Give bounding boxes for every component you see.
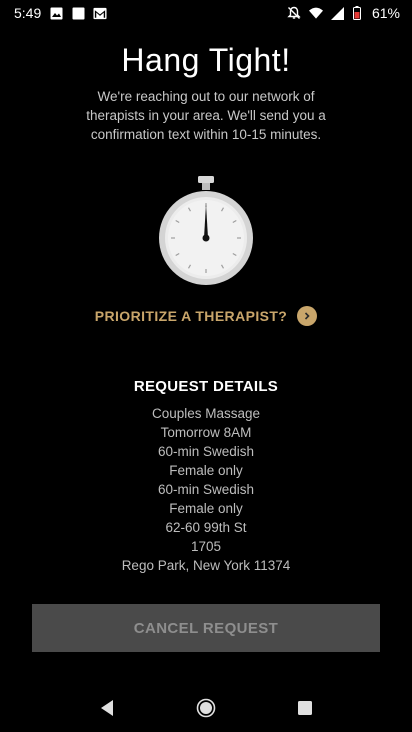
square-icon [71, 6, 85, 20]
recents-icon[interactable] [290, 693, 320, 723]
status-time: 5:49 [14, 5, 42, 21]
system-nav-bar [0, 684, 412, 732]
cancel-request-button[interactable]: CANCEL REQUEST [32, 604, 380, 652]
home-icon[interactable] [191, 693, 221, 723]
detail-address-street: 62-60 99th St [165, 520, 247, 535]
silent-icon [287, 6, 301, 20]
app-screen: 5:49 61% Hang Tight! We're reaching out … [0, 0, 412, 732]
detail-massage-2: 60-min Swedish [157, 482, 255, 497]
detail-massage-1: 60-min Swedish [157, 444, 255, 459]
status-right: 61% [287, 5, 400, 21]
detail-address-city: Rego Park, New York 11374 [121, 558, 291, 573]
gmail-icon [93, 6, 107, 20]
status-bar: 5:49 61% [0, 0, 412, 26]
status-left: 5:49 [14, 5, 107, 21]
detail-time: Tomorrow 8AM [160, 425, 252, 440]
detail-service: Couples Massage [151, 406, 261, 421]
request-details-title: REQUEST DETAILS [133, 378, 279, 395]
image-icon [49, 6, 63, 20]
battery-percent: 61% [371, 5, 400, 21]
request-details-list: Couples Massage Tomorrow 8AM 60-min Swed… [0, 404, 412, 575]
back-icon[interactable] [92, 693, 122, 723]
page-subtitle: We're reaching out to our network of the… [86, 89, 326, 142]
page-title: Hang Tight! [121, 42, 291, 78]
prioritize-label: PRIORITIZE A THERAPIST? [94, 308, 288, 324]
detail-gender-1: Female only [169, 463, 243, 478]
battery-icon [353, 6, 362, 20]
wifi-icon [308, 6, 323, 20]
signal-icon [331, 6, 345, 20]
detail-gender-2: Female only [169, 501, 243, 516]
stopwatch-icon [156, 174, 256, 288]
prioritize-therapist-link[interactable]: PRIORITIZE A THERAPIST? [0, 306, 412, 326]
detail-address-unit: 1705 [190, 539, 222, 554]
chevron-right-icon[interactable] [297, 306, 318, 326]
